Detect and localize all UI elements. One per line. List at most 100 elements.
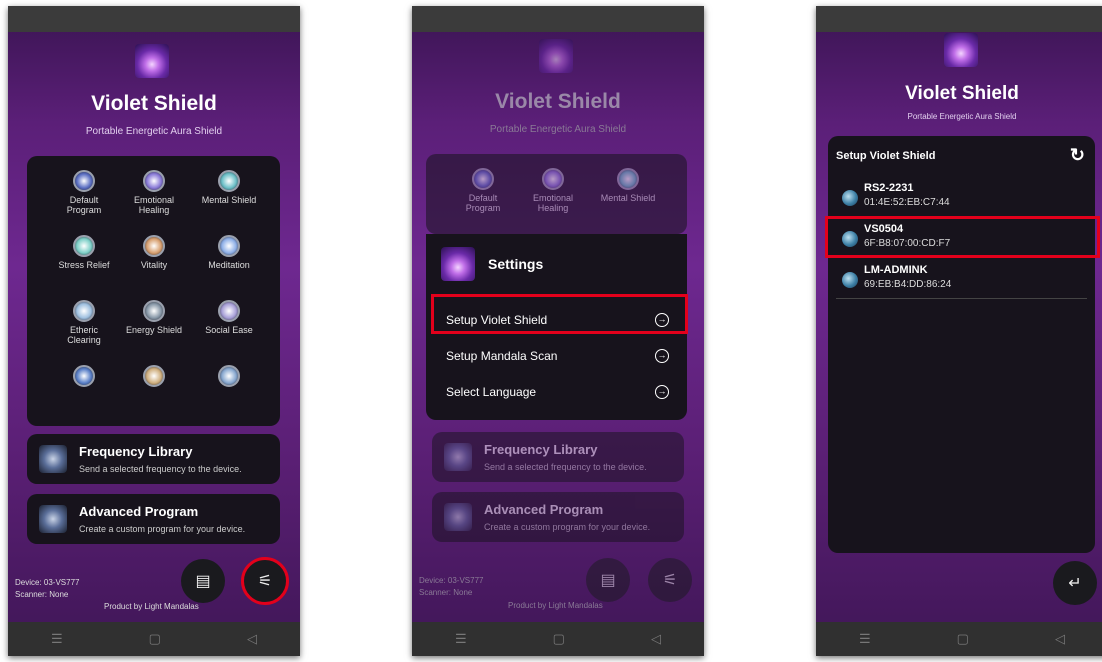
advanced-program-subtitle: Create a custom program for your device. xyxy=(484,522,651,532)
menu-item-setup-mandala-scan[interactable]: Setup Mandala Scan → xyxy=(436,340,677,372)
back-button[interactable]: ↵ xyxy=(1053,561,1097,605)
frequency-library-card[interactable]: Frequency Library Send a selected freque… xyxy=(432,432,684,482)
advanced-program-title: Advanced Program xyxy=(484,502,604,517)
device-name: RS2-2231 xyxy=(864,182,914,194)
status-bar xyxy=(412,6,704,32)
device-item[interactable]: RS2-2231 01:4E:52:EB:C7:44 xyxy=(836,180,1087,217)
program-icon xyxy=(143,300,165,322)
menu-icon[interactable]: ☰ xyxy=(51,631,63,647)
device-icon xyxy=(842,272,858,288)
program-label: Etheric Clearing xyxy=(67,325,101,345)
status-bar xyxy=(816,6,1102,32)
program-icon xyxy=(73,235,95,257)
program-label: Stress Relief xyxy=(58,260,110,270)
highlight-settings xyxy=(241,557,289,605)
frequency-library-subtitle: Send a selected frequency to the device. xyxy=(79,464,242,474)
menu-icon[interactable]: ☰ xyxy=(455,631,467,647)
menu-item-label: Select Language xyxy=(446,385,537,399)
android-nav-bar: ☰ ▢ ◁ xyxy=(412,622,704,656)
program-label: Default Program xyxy=(465,193,501,213)
program-tile[interactable]: Meditation xyxy=(184,235,274,270)
back-icon[interactable]: ◁ xyxy=(1055,631,1065,647)
app-title: Violet Shield xyxy=(91,92,217,115)
return-icon: ↵ xyxy=(1068,575,1082,592)
setup-title: Setup Violet Shield xyxy=(836,150,936,162)
program-tile[interactable] xyxy=(184,365,274,390)
menu-item-label: Setup Mandala Scan xyxy=(446,349,558,363)
home-icon[interactable]: ▢ xyxy=(149,631,161,647)
advanced-program-card[interactable]: Advanced Program Create a custom program… xyxy=(432,492,684,542)
store-button[interactable]: ▤ xyxy=(181,559,225,603)
program-icon xyxy=(73,300,95,322)
device-mac: 01:4E:52:EB:C7:44 xyxy=(864,197,950,208)
frequency-library-icon xyxy=(444,443,472,471)
back-icon[interactable]: ◁ xyxy=(247,631,257,647)
program-label: Meditation xyxy=(208,260,250,270)
advanced-program-card[interactable]: Advanced Program Create a custom program… xyxy=(27,494,280,544)
home-icon[interactable]: ▢ xyxy=(957,631,969,647)
phone-screen-home: Violet Shield Portable Energetic Aura Sh… xyxy=(8,6,300,656)
app-logo xyxy=(539,39,573,73)
program-tile[interactable]: Mental Shield xyxy=(583,168,673,203)
home-icon[interactable]: ▢ xyxy=(553,631,565,647)
menu-icon[interactable]: ☰ xyxy=(859,631,871,647)
program-icon xyxy=(73,170,95,192)
product-credit: Product by Light Mandalas xyxy=(104,602,199,611)
app-subtitle: Portable Energetic Aura Shield xyxy=(489,124,627,135)
app-title: Violet Shield xyxy=(905,83,1019,104)
device-item[interactable]: LM-ADMINK 69:EB:B4:DD:86:24 xyxy=(836,262,1087,299)
frequency-library-title: Frequency Library xyxy=(79,444,193,459)
store-icon: ▤ xyxy=(195,573,211,590)
program-icon xyxy=(617,168,639,190)
advanced-program-icon xyxy=(39,505,67,533)
status-bar xyxy=(8,6,300,32)
scanner-status: Scanner: None xyxy=(15,590,69,599)
program-grid: Default Program Emotional Healing Mental S… xyxy=(27,156,280,426)
settings-title: Settings xyxy=(488,256,544,272)
program-label: Energy Shield xyxy=(125,325,183,335)
program-tile[interactable]: Social Ease xyxy=(184,300,274,335)
highlight-setup-violet-shield xyxy=(431,294,688,334)
app-subtitle: Portable Energetic Aura Shield xyxy=(85,126,223,137)
program-label: Default Program xyxy=(66,195,102,215)
frequency-library-icon xyxy=(39,445,67,473)
product-credit: Product by Light Mandalas xyxy=(508,601,603,610)
program-icon xyxy=(218,235,240,257)
store-icon: ▤ xyxy=(600,572,616,589)
device-mac: 69:EB:B4:DD:86:24 xyxy=(864,279,952,290)
advanced-program-icon xyxy=(444,503,472,531)
program-icon xyxy=(143,170,165,192)
arrow-right-icon: → xyxy=(655,385,669,399)
setup-panel: Setup Violet Shield ↻ RS2-2231 01:4E:52:E… xyxy=(828,136,1095,553)
back-icon[interactable]: ◁ xyxy=(651,631,661,647)
store-button[interactable]: ▤ xyxy=(586,558,630,602)
refresh-icon[interactable]: ↻ xyxy=(1070,145,1085,166)
app-subtitle: Portable Energetic Aura Shield xyxy=(907,112,1017,121)
android-nav-bar: ☰ ▢ ◁ xyxy=(816,622,1102,656)
program-icon xyxy=(73,365,95,387)
device-status: Device: 03-VS777 xyxy=(419,576,484,585)
frequency-library-subtitle: Send a selected frequency to the device. xyxy=(484,462,647,472)
app-logo xyxy=(944,33,978,67)
settings-button[interactable]: ⚟ xyxy=(648,558,692,602)
menu-item-select-language[interactable]: Select Language → xyxy=(436,376,677,408)
program-tile[interactable]: Mental Shield xyxy=(184,170,274,205)
program-icon xyxy=(218,170,240,192)
program-icon xyxy=(472,168,494,190)
advanced-program-subtitle: Create a custom program for your device. xyxy=(79,524,246,534)
scanner-status: Scanner: None xyxy=(419,588,473,597)
program-label: Emotional Healing xyxy=(532,193,574,213)
program-label: Emotional Healing xyxy=(133,195,175,215)
program-icon xyxy=(143,235,165,257)
program-grid: Default Program Emotional Healing Mental S… xyxy=(426,154,687,234)
highlight-vs0504 xyxy=(825,216,1100,258)
sliders-icon: ⚟ xyxy=(662,572,678,589)
program-label: Mental Shield xyxy=(201,195,257,205)
app-logo xyxy=(135,44,169,78)
device-icon xyxy=(842,190,858,206)
settings-logo xyxy=(441,247,475,281)
frequency-library-card[interactable]: Frequency Library Send a selected freque… xyxy=(27,434,280,484)
android-nav-bar: ☰ ▢ ◁ xyxy=(8,622,300,656)
app-title: Violet Shield xyxy=(495,90,621,113)
program-label: Vitality xyxy=(140,260,168,270)
